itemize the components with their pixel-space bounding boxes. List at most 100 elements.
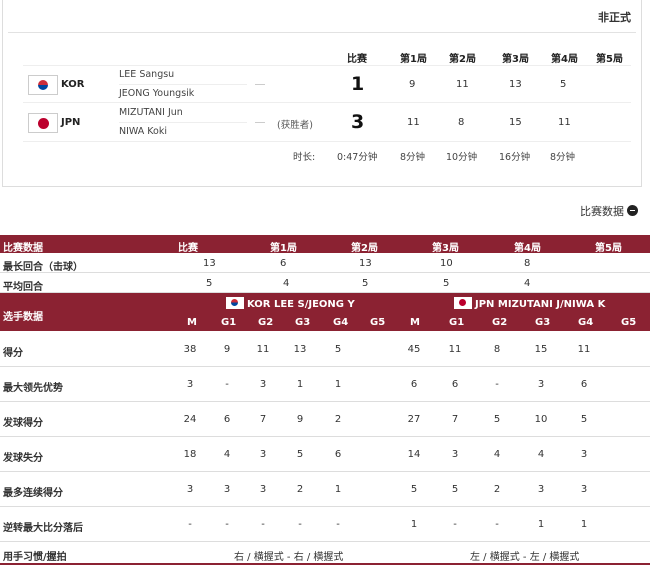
value-cell: 4 [524,278,531,289]
value-cell: 3 [186,484,194,495]
value-cell: 11 [577,344,591,355]
match-score: 3 [351,111,365,133]
unofficial-label: 非正式 [598,11,631,24]
value-cell: 45 [407,344,421,355]
game-score: 5 [560,79,567,90]
col-game3: 第3局 [432,243,459,254]
duration-game: 16分钟 [499,152,531,163]
duration-match: 0:47分钟 [337,152,378,163]
value-cell: 3 [580,449,588,460]
table-row: 最长回合（击球） 13 6 13 10 8 [0,254,650,273]
value-cell: 1 [580,519,588,530]
divider [119,84,247,85]
subheader: M [187,317,197,328]
value-cell: 5 [296,449,304,460]
japan-flag-icon [28,113,58,133]
subheader: G1 [449,317,465,328]
subheader: G5 [370,317,386,328]
header-match: 比赛 [347,54,367,65]
player-name[interactable]: MIZUTANI Jun [119,107,183,118]
value-cell: 6 [410,379,418,390]
value-cell: 2 [334,414,342,425]
duration-game: 10分钟 [446,152,478,163]
winner-label: (获胜者) [277,120,313,131]
row-label: 最大领先优势 [3,383,63,394]
match-score: 1 [351,73,365,95]
player-name[interactable]: LEE Sangsu [119,69,174,80]
value-cell: - [188,519,192,530]
player-stats-label: 选手数据 [3,312,43,323]
table-row: 发球得分 24 6 7 9 2 27 7 5 10 5 [0,402,650,437]
row-label: 得分 [3,348,23,359]
value-cell: 6 [580,379,588,390]
value-cell: 9 [296,414,304,425]
divider [119,122,247,123]
value-cell: 5 [410,484,418,495]
subheader: G4 [578,317,594,328]
team-a-name: KOR LEE S/JEONG Y [247,299,355,310]
table-row: 得分 38 9 11 13 5 45 11 8 15 11 [0,332,650,367]
team-row-kor: KOR LEE Sangsu JEONG Youngsik 1 9 11 13 … [23,65,631,103]
game-score: 11 [407,117,420,128]
team-b-name: JPN MIZUTANI J/NIWA K [475,299,606,310]
value-cell: 11 [256,344,270,355]
value-cell: 3 [259,379,267,390]
value-cell: 1 [334,379,342,390]
value-cell: 5 [206,278,213,289]
row-label: 发球失分 [3,453,43,464]
value-cell: 4 [537,449,545,460]
grip-label: 用手习惯/握拍 [3,552,67,563]
game-score: 11 [558,117,571,128]
subheader: M [410,317,420,328]
value-cell: 7 [451,414,459,425]
value-cell: 3 [537,379,545,390]
header-game4: 第4局 [551,54,578,65]
value-cell: - [298,519,302,530]
value-cell: 38 [183,344,197,355]
subheader: G5 [621,317,637,328]
value-cell: 13 [359,258,372,269]
value-cell: - [261,519,265,530]
subheader: G2 [258,317,274,328]
value-cell: 27 [407,414,421,425]
value-cell: 5 [443,278,450,289]
grip-team-a: 右 / 横握式 - 右 / 横握式 [234,552,344,563]
subheader: G3 [535,317,551,328]
collapse-icon[interactable] [627,205,638,216]
stats-title: 比赛数据 [580,205,624,218]
value-cell: 6 [334,449,342,460]
value-cell: 6 [223,414,231,425]
korea-flag-icon [226,297,244,309]
team-code: JPN [61,117,81,128]
game-score: 8 [458,117,465,128]
value-cell: - [336,519,340,530]
value-cell: 13 [293,344,307,355]
row-label: 最长回合（击球） [3,262,83,273]
divider [8,32,636,33]
value-cell: 1 [537,519,545,530]
value-cell: 9 [223,344,231,355]
match-stats-header: 比赛数据 比赛 第1局 第2局 第3局 第4局 第5局 [0,235,650,254]
value-cell: 10 [440,258,453,269]
row-label: 最多连续得分 [3,488,63,499]
value-cell: 1 [334,484,342,495]
player-name[interactable]: JEONG Youngsik [119,88,194,99]
japan-flag-icon [454,297,472,309]
value-cell: 10 [534,414,548,425]
header-game3: 第3局 [502,54,529,65]
table-row: 逆转最大比分落后 - - - - - 1 - - 1 1 [0,507,650,542]
value-cell: 2 [296,484,304,495]
row-label: 平均回合 [3,282,43,293]
game-score: 11 [456,79,469,90]
stats-toggle[interactable]: 比赛数据 [580,203,638,219]
player-name[interactable]: NIWA Koki [119,126,167,137]
value-cell: 18 [183,449,197,460]
value-cell: - [453,519,457,530]
value-cell: 15 [534,344,548,355]
value-cell: 3 [259,449,267,460]
korea-flag-icon [28,75,58,95]
value-cell: 4 [283,278,290,289]
duration-label: 时长: [293,152,316,163]
value-cell: 5 [334,344,342,355]
value-cell: - [225,379,229,390]
